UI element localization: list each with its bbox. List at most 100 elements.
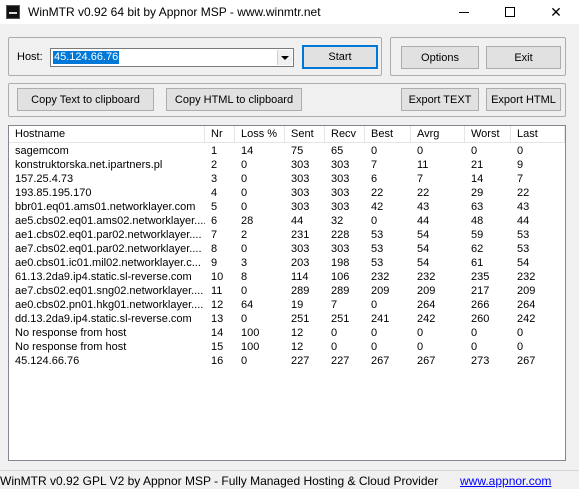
cell-loss: 0 [241, 173, 248, 185]
column-header-sent[interactable]: Sent [285, 126, 325, 143]
cell-best: 0 [371, 145, 378, 157]
dropdown-arrow-icon[interactable] [277, 50, 292, 65]
cell-avrg: 267 [417, 355, 436, 367]
cell-worst: 63 [471, 201, 484, 213]
cell-best: 267 [371, 355, 390, 367]
options-button[interactable]: Options [401, 46, 479, 69]
cell-hostname: ae1.cbs02.eq01.par02.networklayer.... [15, 229, 202, 241]
cell-avrg: 209 [417, 285, 436, 297]
website-link[interactable]: www.appnor.com [460, 474, 551, 488]
cell-hostname: 45.124.66.76 [15, 355, 80, 367]
cell-last: 267 [517, 355, 536, 367]
close-icon: ✕ [550, 3, 562, 20]
cell-sent: 303 [291, 159, 310, 171]
cell-recv: 303 [331, 243, 350, 255]
table-row[interactable]: ae1.cbs02.eq01.par02.networklayer.... 7 2 2… [9, 228, 565, 242]
cell-avrg: 43 [417, 201, 430, 213]
cell-sent: 44 [291, 215, 304, 227]
cell-loss: 2 [241, 229, 248, 241]
cell-avrg: 0 [417, 327, 424, 339]
copy-html-button[interactable]: Copy HTML to clipboard [166, 88, 302, 111]
cell-best: 232 [371, 271, 390, 283]
table-row[interactable]: ae0.cbs02.pn01.hkg01.networklayer.... 12 6… [9, 298, 565, 312]
cell-loss: 0 [241, 243, 248, 255]
cell-nr: 5 [211, 201, 218, 213]
exit-button[interactable]: Exit [486, 46, 561, 69]
cell-avrg: 7 [417, 173, 424, 185]
table-row[interactable]: ae7.cbs02.eq01.sng02.networklayer.... 11 0… [9, 284, 565, 298]
cell-nr: 4 [211, 187, 218, 199]
cell-nr: 6 [211, 215, 218, 227]
cell-best: 22 [371, 187, 384, 199]
cell-recv: 7 [331, 299, 338, 311]
cell-sent: 231 [291, 229, 310, 241]
maximize-button[interactable] [487, 0, 533, 24]
cell-last: 53 [517, 229, 530, 241]
export-text-button[interactable]: Export TEXT [401, 88, 479, 111]
export-html-button[interactable]: Export HTML [486, 88, 561, 111]
cell-worst: 217 [471, 285, 490, 297]
column-header-loss[interactable]: Loss % [235, 126, 285, 143]
table-row[interactable]: ae0.cbs01.ic01.mil02.networklayer.c... 9 3… [9, 256, 565, 270]
table-row[interactable]: konstruktorska.net.ipartners.pl 2 0 303 303 7… [9, 158, 565, 172]
cell-sent: 251 [291, 313, 310, 325]
cell-sent: 303 [291, 187, 310, 199]
cell-last: 0 [517, 341, 524, 353]
host-combobox[interactable]: 45.124.66.76 [50, 48, 294, 67]
cell-hostname: No response from host [15, 341, 127, 353]
cell-nr: 11 [211, 285, 223, 297]
table-row[interactable]: sagemcom 1 14 75 65 0 0 0 0 [9, 144, 565, 158]
cell-nr: 16 [211, 355, 224, 367]
column-header-nr[interactable]: Nr [205, 126, 235, 143]
cell-loss: 14 [241, 145, 254, 157]
table-row[interactable]: ae5.cbs02.eq01.ams02.networklayer.... 6 28… [9, 214, 565, 228]
column-header-last[interactable]: Last [511, 126, 565, 143]
table-row[interactable]: 193.85.195.170 4 0 303 303 22 22 29 22 [9, 186, 565, 200]
minimize-button[interactable] [441, 0, 487, 24]
cell-sent: 12 [291, 341, 304, 353]
table-row[interactable]: No response from host 14 100 12 0 0 0 0 0 [9, 326, 565, 340]
close-button[interactable]: ✕ [533, 0, 579, 24]
cell-loss: 100 [241, 327, 260, 339]
cell-sent: 227 [291, 355, 310, 367]
table-row[interactable]: 157.25.4.73 3 0 303 303 6 7 14 7 [9, 172, 565, 186]
minimize-icon [459, 11, 469, 13]
cell-avrg: 54 [417, 257, 430, 269]
cell-last: 209 [517, 285, 536, 297]
cell-nr: 8 [211, 243, 218, 255]
column-header-worst[interactable]: Worst [465, 126, 511, 143]
table-row[interactable]: No response from host 15 100 12 0 0 0 0 0 [9, 340, 565, 354]
column-header-best[interactable]: Best [365, 126, 411, 143]
host-input[interactable]: 45.124.66.76 [53, 51, 120, 64]
column-header-avrg[interactable]: Avrg [411, 126, 465, 143]
cell-last: 53 [517, 243, 530, 255]
cell-last: 43 [517, 201, 530, 213]
cell-worst: 0 [471, 341, 478, 353]
table-row[interactable]: ae7.cbs02.eq01.par02.networklayer.... 8 0 3… [9, 242, 565, 256]
cell-last: 242 [517, 313, 536, 325]
table-row[interactable]: 45.124.66.76 16 0 227 227 267 267 273 267 [9, 354, 565, 368]
table-row[interactable]: bbr01.eq01.ams01.networklayer.com 5 0 303 30… [9, 200, 565, 214]
cell-hostname: ae0.cbs02.pn01.hkg01.networklayer.... [15, 299, 204, 311]
cell-hostname: konstruktorska.net.ipartners.pl [15, 159, 163, 171]
cell-avrg: 242 [417, 313, 436, 325]
results-table[interactable]: Hostname Nr Loss % Sent Recv Best Avrg W… [8, 125, 566, 461]
column-header-recv[interactable]: Recv [325, 126, 365, 143]
cell-last: 232 [517, 271, 536, 283]
copy-text-button[interactable]: Copy Text to clipboard [17, 88, 154, 111]
cell-avrg: 232 [417, 271, 436, 283]
cell-best: 53 [371, 243, 384, 255]
cell-sent: 75 [291, 145, 304, 157]
cell-loss: 0 [241, 201, 248, 213]
title-bar: WinMTR v0.92 64 bit by Appnor MSP - www.… [0, 0, 579, 24]
cell-hostname: ae7.cbs02.eq01.par02.networklayer.... [15, 243, 202, 255]
table-row[interactable]: dd.13.2da9.ip4.static.sl-reverse.com 13 0 2… [9, 312, 565, 326]
column-header-hostname[interactable]: Hostname [9, 126, 205, 143]
start-button[interactable]: Start [302, 45, 378, 69]
cell-best: 209 [371, 285, 390, 297]
cell-recv: 251 [331, 313, 350, 325]
cell-last: 0 [517, 145, 524, 157]
table-row[interactable]: 61.13.2da9.ip4.static.sl-reverse.com 10 8 1… [9, 270, 565, 284]
cell-recv: 32 [331, 215, 344, 227]
cell-last: 9 [517, 159, 524, 171]
